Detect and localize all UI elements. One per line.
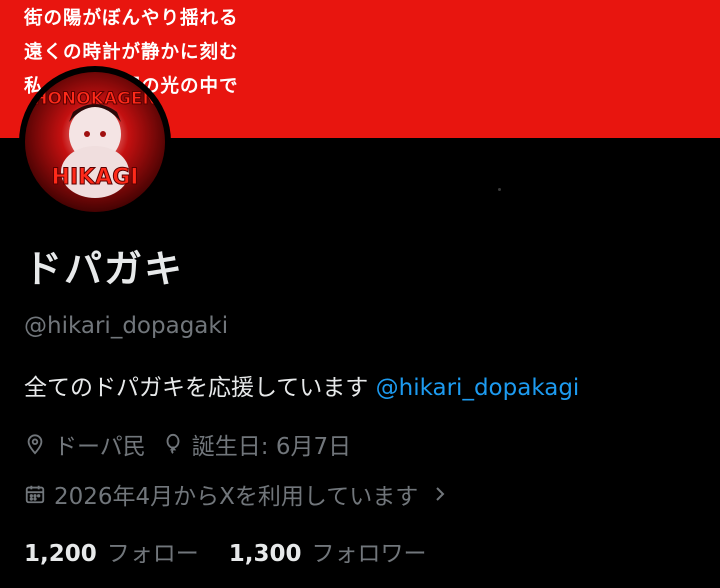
banner-text-line-1: 街の陽がぼんやり揺れる: [24, 8, 239, 29]
decorative-dot: [498, 188, 501, 191]
profile-meta-row: ドーパ民 誕生日: 6月7日: [24, 427, 367, 461]
following-count: 1,200: [24, 541, 97, 567]
followers-label: フォロワー: [311, 541, 427, 567]
calendar-icon: [25, 485, 45, 504]
birthday-text: 誕生日: 6月7日: [191, 434, 352, 460]
display-name: ドパガキ: [24, 247, 185, 291]
svg-text:HONOKAGEN: HONOKAGEN: [33, 89, 156, 109]
bio: 全てのドパガキを応援しています @hikari_dopakagi: [24, 368, 579, 402]
bio-mention-link[interactable]: @hikari_dopakagi: [376, 375, 580, 401]
svg-text:HIKAGI: HIKAGI: [52, 165, 139, 190]
location-text: ドーパ民: [54, 434, 146, 460]
bio-text: 全てのドパガキを応援しています: [24, 375, 376, 401]
profile-page: 街の陽がぼんやり揺れる 遠くの時計が静かに刻む 私 朝の光の中で HONOKAG…: [0, 0, 720, 588]
balloon-icon: [166, 433, 180, 454]
user-handle: @hikari_dopagaki: [24, 313, 229, 339]
joined-item: 2026年4月からXを利用しています: [24, 477, 456, 511]
location-pin-icon: [27, 434, 43, 455]
joined-text: 2026年4月からXを利用しています: [54, 484, 419, 510]
joined-row[interactable]: 2026年4月からXを利用しています: [24, 477, 472, 511]
following-link[interactable]: 1,200 フォロー: [24, 534, 199, 568]
avatar[interactable]: HONOKAGEN HIKAGI: [19, 66, 171, 218]
avatar-image: HONOKAGEN HIKAGI: [25, 72, 165, 212]
followers-count: 1,300: [228, 541, 302, 567]
birthday-item: 誕生日: 6月7日: [162, 427, 351, 461]
location-item: ドーパ民: [24, 427, 146, 461]
chevron-right-icon: [436, 487, 445, 501]
follow-stats: 1,200 フォロー 1,300 フォロワー: [24, 534, 457, 568]
followers-link[interactable]: 1,300 フォロワー: [229, 534, 427, 568]
banner-text-line-2: 遠くの時計が静かに刻む: [24, 42, 239, 63]
following-label: フォロー: [106, 541, 199, 567]
